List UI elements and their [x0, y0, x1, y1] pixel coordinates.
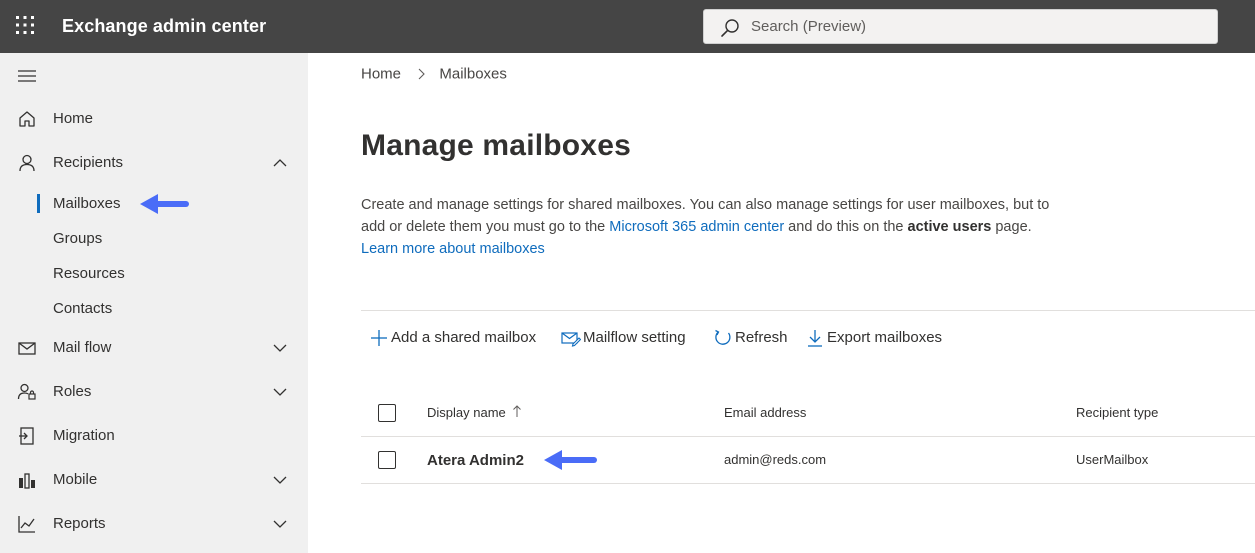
breadcrumb-home[interactable]: Home: [361, 66, 401, 83]
search-box[interactable]: [703, 9, 1218, 44]
select-all-checkbox[interactable]: [378, 404, 396, 422]
sidebar-item-home[interactable]: Home: [0, 99, 308, 139]
column-display-name[interactable]: Display name: [427, 405, 522, 420]
page-description: Create and manage settings for shared ma…: [361, 194, 1061, 260]
sidebar-item-recipients[interactable]: Recipients: [0, 143, 308, 183]
sidebar-item-label: Migration: [53, 427, 115, 444]
download-icon: [808, 330, 822, 347]
desc-text-2: and do this on the: [784, 219, 908, 235]
breadcrumb-current: Mailboxes: [439, 65, 507, 83]
refresh-icon: [715, 329, 731, 345]
column-label: Display name: [427, 405, 506, 420]
export-mailboxes-label: Export mailboxes: [827, 329, 943, 346]
chevron-down-icon[interactable]: [272, 472, 288, 488]
add-shared-mailbox-label: Add a shared mailbox: [391, 329, 537, 346]
sidebar-item-label: Mobile: [53, 471, 98, 488]
home-icon: [19, 111, 35, 127]
chevron-up-icon[interactable]: [272, 155, 288, 171]
annotation-arrow-icon: [140, 194, 189, 214]
mail-edit-icon: [561, 332, 581, 347]
sidebar-subitem-label: Groups: [53, 230, 103, 247]
chevron-down-icon[interactable]: [272, 340, 288, 356]
search-icon: [721, 19, 739, 37]
person-icon: [19, 154, 35, 172]
cell-display-name[interactable]: Atera Admin2: [427, 452, 524, 469]
sidebar-item-label: Home: [53, 110, 94, 127]
cell-recipient-type: UserMailbox: [1076, 452, 1149, 467]
refresh-label: Refresh: [735, 329, 788, 346]
breadcrumb: Home Mailboxes: [361, 65, 507, 83]
sidebar-item-migration[interactable]: Migration: [0, 416, 308, 456]
sidebar-subitem-label: Contacts: [53, 300, 113, 317]
app-title[interactable]: Exchange admin center: [62, 16, 266, 37]
row-checkbox[interactable]: [378, 451, 396, 469]
column-email-address[interactable]: Email address: [724, 405, 806, 420]
migration-icon: [19, 427, 34, 445]
m365-admin-center-link[interactable]: Microsoft 365 admin center: [609, 219, 784, 235]
sidebar-subitem-label: Mailboxes: [53, 195, 121, 212]
sidebar-item-label: Reports: [53, 515, 106, 532]
sidebar-subitem-contacts[interactable]: Contacts: [0, 291, 308, 325]
active-indicator: [37, 194, 40, 213]
sidebar: Home Recipients Mailboxes Groups Resourc…: [0, 53, 308, 553]
table-header: Display name Email address Recipient typ…: [361, 390, 1255, 437]
chevron-right-icon: [418, 68, 425, 80]
sidebar-item-label: Recipients: [53, 154, 124, 171]
sidebar-item-label: Roles: [53, 383, 92, 400]
top-bar: Exchange admin center: [0, 0, 1255, 53]
sidebar-subitem-resources[interactable]: Resources: [0, 256, 308, 290]
add-icon: [371, 330, 387, 346]
cell-email-address: admin@reds.com: [724, 452, 827, 467]
desc-bold-text: active users: [907, 219, 992, 235]
sidebar-item-label: Mail flow: [53, 339, 112, 356]
sidebar-item-mobile[interactable]: Mobile: [0, 460, 308, 500]
sidebar-subitem-groups[interactable]: Groups: [0, 221, 308, 255]
sidebar-subitem-label: Resources: [53, 265, 125, 282]
page-title: Manage mailboxes: [361, 129, 631, 162]
sort-ascending-icon: [512, 405, 521, 417]
mail-icon: [18, 342, 36, 355]
reports-icon: [18, 516, 35, 533]
chevron-down-icon[interactable]: [272, 516, 288, 532]
sidebar-item-roles[interactable]: Roles: [0, 372, 308, 412]
desc-text-3: page.: [991, 219, 1032, 235]
refresh-button[interactable]: Refresh: [713, 322, 793, 354]
table-row[interactable]: Atera Admin2 admin@reds.com UserMailbox: [361, 437, 1255, 484]
search-input[interactable]: [751, 10, 1206, 43]
export-mailboxes-button[interactable]: Export mailboxes: [805, 322, 955, 354]
app-launcher-icon[interactable]: [14, 14, 36, 36]
roles-icon: [17, 383, 36, 400]
annotation-arrow-icon: [544, 450, 597, 470]
mobile-icon: [19, 473, 35, 489]
hamburger-icon[interactable]: [17, 68, 37, 84]
sidebar-item-mail-flow[interactable]: Mail flow: [0, 328, 308, 368]
divider: [361, 310, 1255, 311]
add-shared-mailbox-button[interactable]: Add a shared mailbox: [369, 322, 554, 354]
chevron-down-icon[interactable]: [272, 384, 288, 400]
column-recipient-type[interactable]: Recipient type: [1076, 405, 1158, 420]
learn-more-link[interactable]: Learn more about mailboxes: [361, 241, 545, 257]
mailflow-setting-label: Mailflow setting: [583, 329, 686, 346]
sidebar-item-reports[interactable]: Reports: [0, 504, 308, 544]
mailflow-setting-button[interactable]: Mailflow setting: [561, 322, 701, 354]
